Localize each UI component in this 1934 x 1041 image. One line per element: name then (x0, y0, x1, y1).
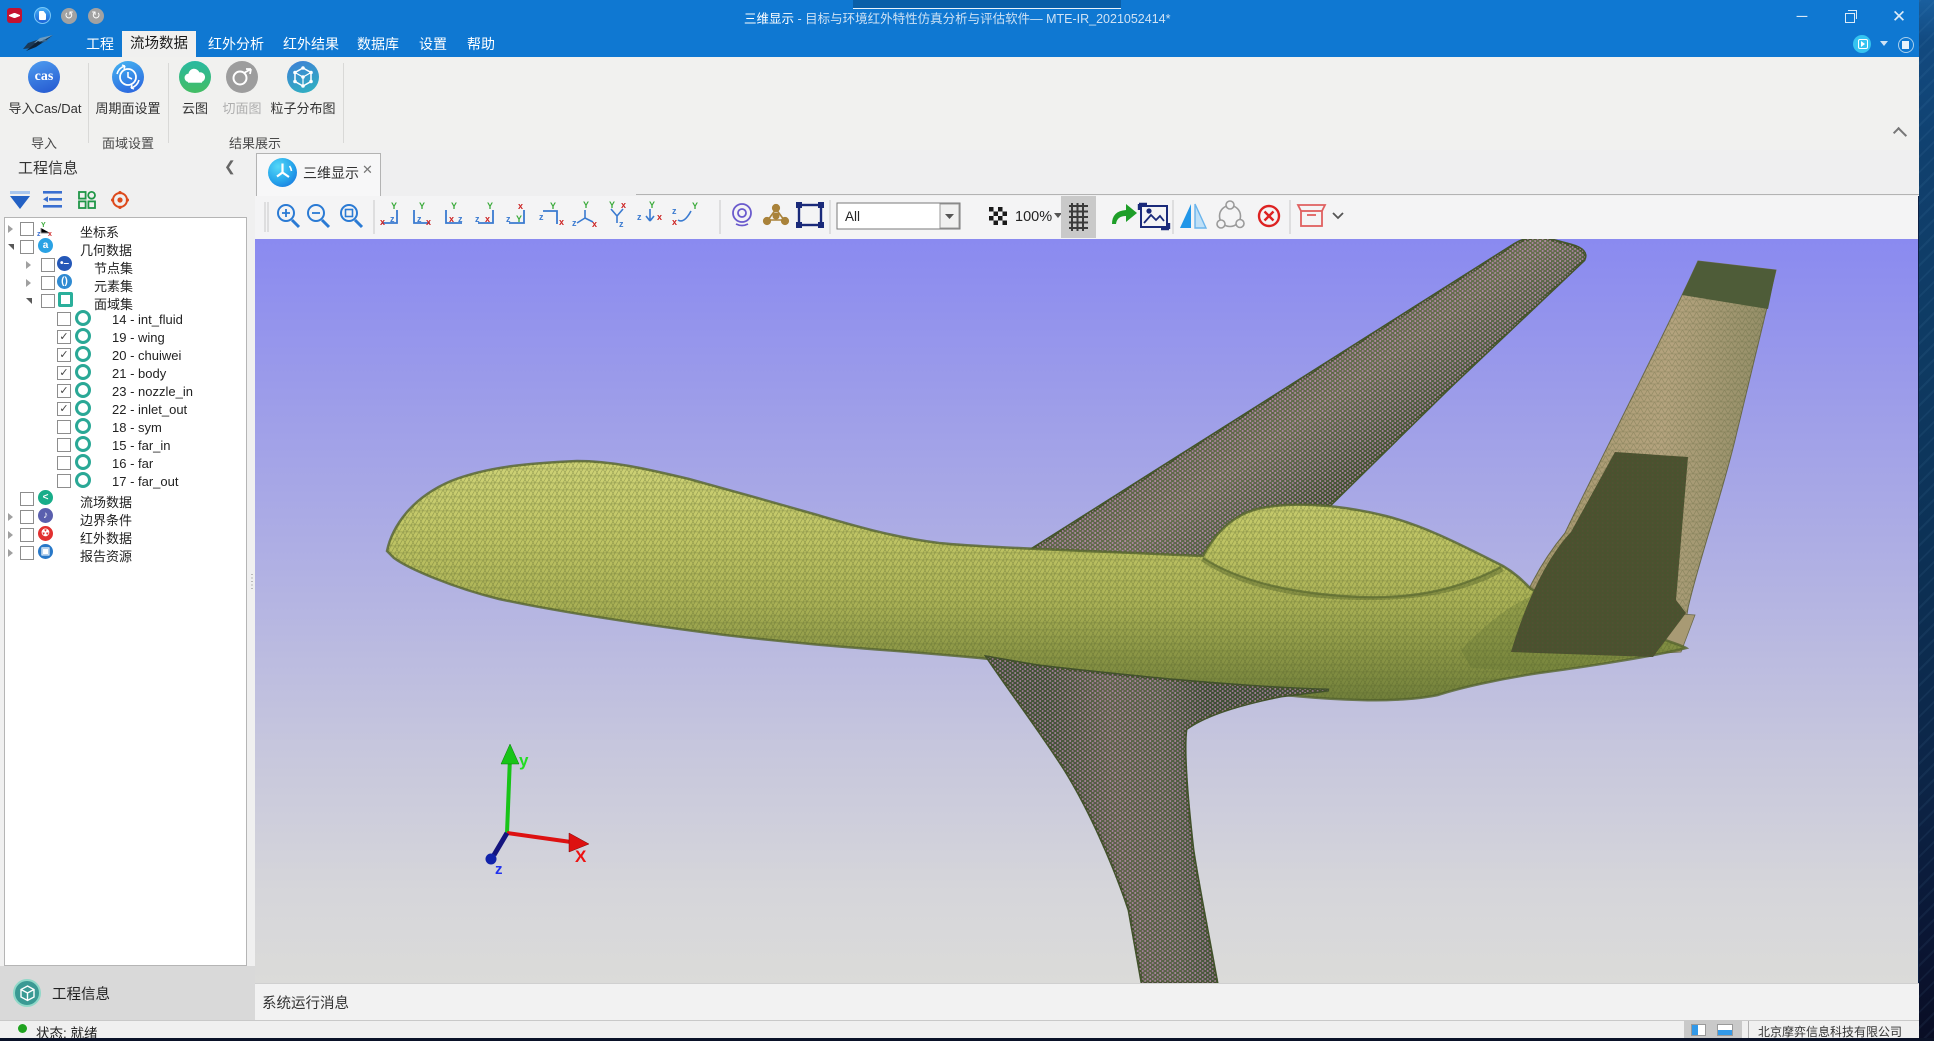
svg-text:X: X (575, 847, 587, 866)
svg-text:z: z (672, 206, 677, 216)
svg-text:All: All (845, 209, 860, 224)
svg-text:x: x (559, 217, 564, 227)
svg-text:Y: Y (487, 201, 493, 211)
svg-text:z: z (619, 219, 624, 229)
svg-text:Y: Y (609, 200, 615, 210)
svg-text:z: z (539, 212, 544, 222)
svg-text:z: z (417, 214, 422, 224)
svg-text:x: x (518, 201, 523, 211)
svg-text:Y: Y (451, 201, 457, 211)
svg-text:x: x (48, 231, 52, 237)
svg-text:x: x (592, 219, 597, 229)
svg-text:z: z (495, 861, 503, 878)
svg-text:z: z (506, 214, 511, 224)
svg-text:y: y (519, 751, 529, 770)
svg-text:z: z (572, 218, 577, 228)
svg-text:x: x (657, 212, 662, 222)
svg-text:z: z (458, 214, 463, 224)
svg-text:100%: 100% (1015, 209, 1052, 225)
svg-text:Y: Y (692, 201, 698, 211)
svg-text:Y: Y (419, 201, 425, 211)
svg-text:Y: Y (583, 200, 589, 210)
svg-text:z: z (37, 231, 41, 237)
svg-text:x: x (449, 214, 454, 224)
svg-text:x: x (426, 217, 431, 227)
svg-text:Y: Y (391, 201, 397, 211)
svg-text:z: z (475, 214, 480, 224)
svg-text:Y: Y (649, 200, 655, 210)
svg-text:Y: Y (41, 222, 46, 229)
svg-text:x: x (380, 217, 385, 227)
svg-text:Y: Y (550, 201, 556, 211)
svg-text:x: x (621, 200, 626, 210)
svg-text:z: z (390, 214, 395, 224)
svg-text:x: x (485, 214, 490, 224)
svg-text:Y: Y (516, 214, 522, 224)
svg-text:x: x (672, 217, 677, 227)
svg-text:z: z (637, 212, 642, 222)
